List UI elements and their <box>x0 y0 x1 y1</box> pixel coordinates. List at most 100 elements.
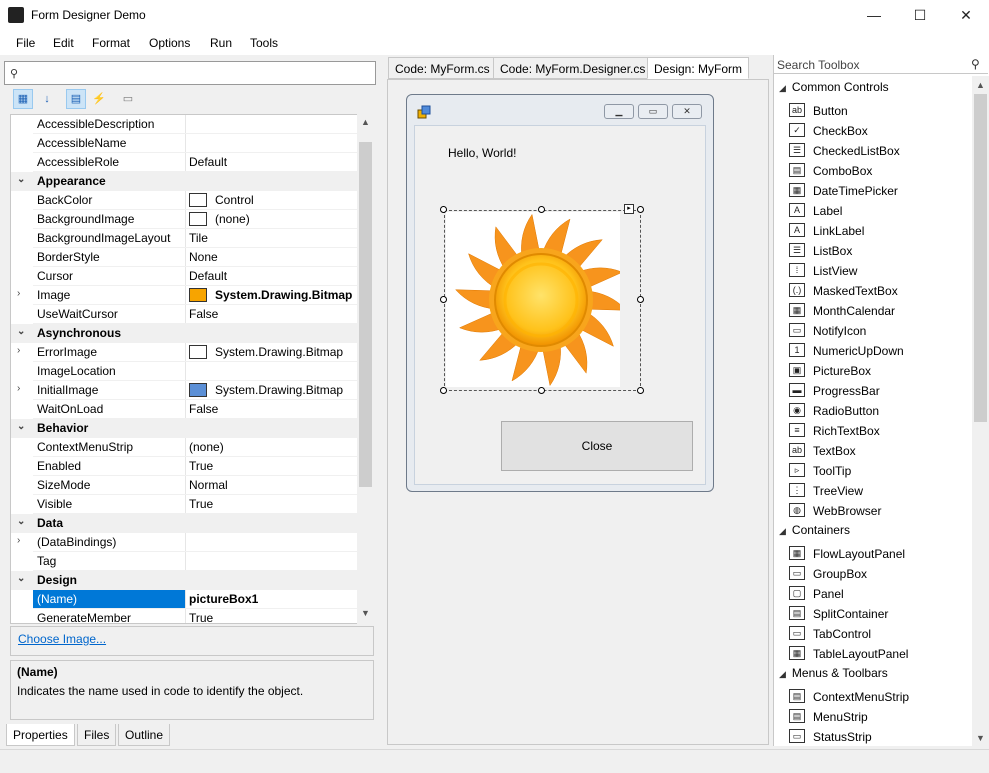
form-close-button[interactable]: Close <box>501 421 693 471</box>
resize-handle-n[interactable] <box>538 206 545 213</box>
resize-handle-e[interactable] <box>637 296 644 303</box>
property-value[interactable]: True <box>189 611 213 623</box>
scroll-up-icon[interactable]: ▲ <box>361 117 370 127</box>
property-value[interactable]: (none) <box>215 212 250 226</box>
smart-tag-icon[interactable]: ▸ <box>624 204 634 214</box>
resize-handle-w[interactable] <box>440 296 447 303</box>
property-row[interactable]: › Image System.Drawing.Bitmap <box>11 286 358 305</box>
collapse-icon[interactable]: ◢ <box>779 526 786 536</box>
control-icon: ◍ <box>789 503 805 517</box>
toolbox-group[interactable]: ◢ Containers <box>779 523 850 537</box>
menu-format[interactable]: Format <box>92 36 130 50</box>
property-row[interactable]: Visible True <box>11 495 358 514</box>
scroll-down-icon[interactable]: ▼ <box>361 608 370 618</box>
collapse-icon[interactable]: ⌄ <box>17 573 25 584</box>
property-category[interactable]: ⌄ Appearance <box>11 172 358 191</box>
collapse-icon[interactable]: ⌄ <box>17 421 25 432</box>
property-row[interactable]: › ErrorImage System.Drawing.Bitmap <box>11 343 358 362</box>
menu-tools[interactable]: Tools <box>250 36 278 50</box>
property-value[interactable]: None <box>189 250 218 264</box>
property-row[interactable]: › (DataBindings) <box>11 533 358 552</box>
property-value[interactable]: Default <box>189 269 227 283</box>
tab-outline[interactable]: Outline <box>118 724 171 746</box>
scroll-down-icon[interactable]: ▼ <box>976 733 985 743</box>
expand-icon[interactable]: › <box>17 535 20 546</box>
expand-icon[interactable]: › <box>17 288 20 299</box>
close-icon[interactable]: ✕ <box>943 0 989 31</box>
property-row[interactable]: BackColor Control <box>11 191 358 210</box>
maximize-icon[interactable]: ☐ <box>897 0 943 31</box>
events-icon[interactable]: ⚡ <box>89 89 109 109</box>
property-value[interactable]: Tile <box>189 231 208 245</box>
toolbox-group[interactable]: ◢ Menus & Toolbars <box>779 666 888 680</box>
property-value[interactable]: pictureBox1 <box>189 592 258 606</box>
menu-file[interactable]: File <box>16 36 35 50</box>
resize-handle-nw[interactable] <box>440 206 447 213</box>
property-row[interactable]: AccessibleRole Default <box>11 153 358 172</box>
alphabetical-icon[interactable]: ↓ <box>37 89 57 109</box>
property-row[interactable]: Cursor Default <box>11 267 358 286</box>
property-search-input[interactable] <box>4 61 376 85</box>
property-value[interactable]: True <box>189 459 213 473</box>
properties-icon[interactable]: ▤ <box>66 89 86 109</box>
menu-edit[interactable]: Edit <box>53 36 74 50</box>
property-row[interactable]: (Name) pictureBox1 <box>11 590 358 609</box>
resize-handle-se[interactable] <box>637 387 644 394</box>
property-category[interactable]: ⌄ Data <box>11 514 358 533</box>
tab-design-myform[interactable]: Design: MyForm <box>647 57 750 79</box>
property-value[interactable]: Default <box>189 155 227 169</box>
property-row[interactable]: BackgroundImage (none) <box>11 210 358 229</box>
property-row[interactable]: BorderStyle None <box>11 248 358 267</box>
property-row[interactable]: AccessibleName <box>11 134 358 153</box>
collapse-icon[interactable]: ⌄ <box>17 326 25 337</box>
tab-code-myform[interactable]: Code: MyForm.cs <box>388 57 497 79</box>
property-row[interactable]: UseWaitCursor False <box>11 305 358 324</box>
property-row[interactable]: ImageLocation <box>11 362 358 381</box>
property-row[interactable]: SizeMode Normal <box>11 476 358 495</box>
collapse-icon[interactable]: ⌄ <box>17 516 25 527</box>
property-value[interactable]: False <box>189 307 218 321</box>
property-row[interactable]: AccessibleDescription <box>11 115 358 134</box>
property-category[interactable]: ⌄ Asynchronous <box>11 324 358 343</box>
tab-files[interactable]: Files <box>77 724 117 746</box>
toolbox-group[interactable]: ◢ Common Controls <box>779 80 889 94</box>
tab-properties[interactable]: Properties <box>6 724 75 746</box>
collapse-icon[interactable]: ◢ <box>779 669 786 679</box>
menu-run[interactable]: Run <box>210 36 232 50</box>
resize-handle-s[interactable] <box>538 387 545 394</box>
property-row[interactable]: WaitOnLoad False <box>11 400 358 419</box>
tab-code-designer[interactable]: Code: MyForm.Designer.cs <box>493 57 653 79</box>
property-value[interactable]: Control <box>215 193 254 207</box>
property-row[interactable]: BackgroundImageLayout Tile <box>11 229 358 248</box>
property-pages-icon[interactable]: ▭ <box>118 89 138 109</box>
property-value[interactable]: False <box>189 402 218 416</box>
collapse-icon[interactable]: ⌄ <box>17 174 25 185</box>
toolbox-scroll-thumb[interactable] <box>974 94 987 422</box>
property-category[interactable]: ⌄ Design <box>11 571 358 590</box>
property-value[interactable]: System.Drawing.Bitmap <box>215 288 352 302</box>
property-value[interactable]: System.Drawing.Bitmap <box>215 383 343 397</box>
resize-handle-ne[interactable] <box>637 206 644 213</box>
menu-options[interactable]: Options <box>149 36 190 50</box>
property-value[interactable]: System.Drawing.Bitmap <box>215 345 343 359</box>
expand-icon[interactable]: › <box>17 345 20 356</box>
property-category[interactable]: ⌄ Behavior <box>11 419 358 438</box>
property-value[interactable]: Normal <box>189 478 228 492</box>
expand-icon[interactable]: › <box>17 383 20 394</box>
property-row[interactable]: ContextMenuStrip (none) <box>11 438 358 457</box>
property-grid-scroll-thumb[interactable] <box>359 142 372 487</box>
property-row[interactable]: › InitialImage System.Drawing.Bitmap <box>11 381 358 400</box>
property-row[interactable]: GenerateMember True <box>11 609 358 623</box>
collapse-icon[interactable]: ◢ <box>779 83 786 93</box>
property-value[interactable]: True <box>189 497 213 511</box>
hello-label[interactable]: Hello, World! <box>448 146 516 160</box>
choose-image-link[interactable]: Choose Image... <box>18 632 106 646</box>
property-row[interactable]: Tag <box>11 552 358 571</box>
property-value[interactable]: (none) <box>189 440 224 454</box>
property-row[interactable]: Enabled True <box>11 457 358 476</box>
scroll-up-icon[interactable]: ▲ <box>976 80 985 90</box>
categorized-icon[interactable]: ▦ <box>13 89 33 109</box>
resize-handle-sw[interactable] <box>440 387 447 394</box>
picturebox1-selection[interactable] <box>444 210 641 391</box>
minimize-icon[interactable]: — <box>851 0 897 31</box>
